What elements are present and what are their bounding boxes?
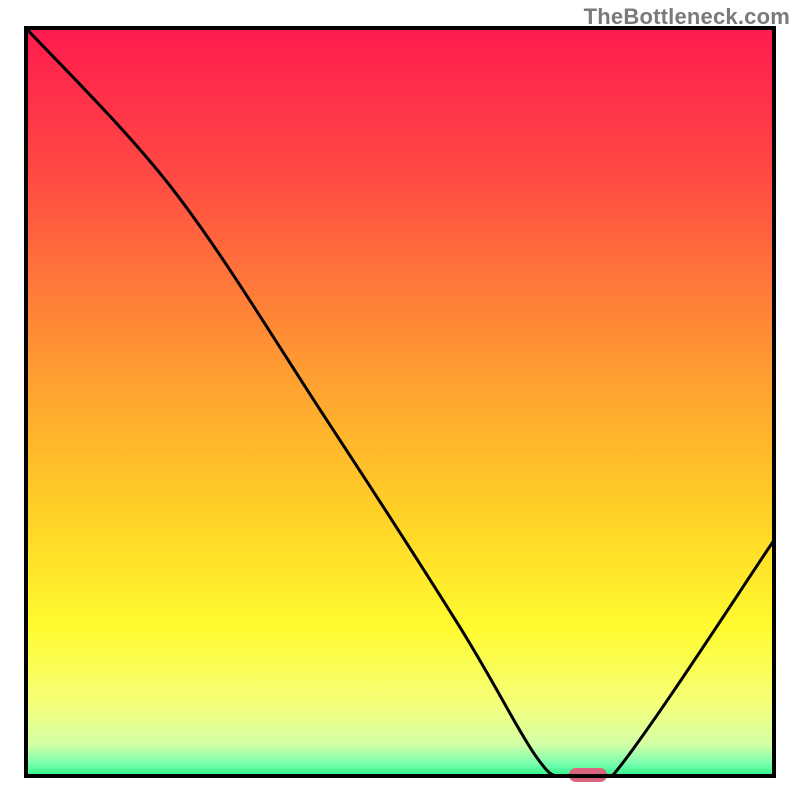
gradient-background [24, 26, 776, 778]
chart-container: TheBottleneck.com [0, 0, 800, 800]
optimum-marker [569, 768, 607, 782]
plot-area [24, 26, 776, 778]
